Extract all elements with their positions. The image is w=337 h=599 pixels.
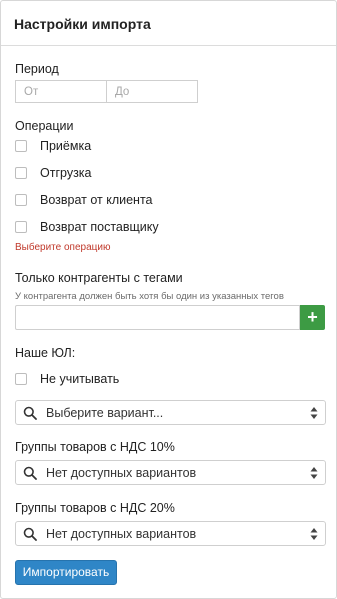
search-icon — [23, 466, 37, 480]
checkbox-supplier-return-label[interactable]: Возврат поставщику — [40, 220, 159, 234]
period-to-input[interactable]: До — [106, 80, 198, 103]
vat20-groups-label: Группы товаров с НДС 20% — [15, 501, 175, 515]
sort-caret-icon — [310, 528, 318, 540]
legal-entity-select[interactable]: Выберите вариант... — [15, 400, 326, 425]
checkbox-customer-return-label[interactable]: Возврат от клиента — [40, 193, 153, 207]
vat20-groups-select[interactable]: Нет доступных вариантов — [15, 521, 326, 546]
checkbox-ignore-legal-entity[interactable] — [15, 373, 27, 385]
checkbox-shipment[interactable] — [15, 167, 27, 179]
vat10-groups-select-value: Нет доступных вариантов — [46, 466, 197, 480]
operations-error-message: Выберите операцию — [15, 242, 111, 253]
tags-label: Только контрагенты с тегами — [15, 271, 183, 285]
search-icon — [23, 527, 37, 541]
vat20-groups-select-value: Нет доступных вариантов — [46, 527, 197, 541]
tags-hint: У контрагента должен быть хотя бы один и… — [15, 291, 284, 302]
sort-caret-icon — [310, 407, 318, 419]
period-label: Период — [15, 62, 59, 76]
legal-entity-label: Наше ЮЛ: — [15, 346, 76, 360]
vat10-groups-select[interactable]: Нет доступных вариантов — [15, 460, 326, 485]
sort-caret-icon — [310, 467, 318, 479]
checkbox-supplier-return[interactable] — [15, 221, 27, 233]
import-settings-panel: Настройки импорта Период От До Операции … — [0, 0, 337, 599]
panel-header: Настройки импорта — [1, 1, 336, 46]
search-icon — [23, 406, 37, 420]
checkbox-receiving-label[interactable]: Приёмка — [40, 139, 91, 153]
import-button[interactable]: Импортировать — [15, 560, 117, 585]
add-tag-button[interactable]: + — [300, 305, 325, 330]
operations-label: Операции — [15, 119, 74, 133]
plus-icon: + — [307, 307, 318, 327]
checkbox-shipment-label[interactable]: Отгрузка — [40, 166, 92, 180]
checkbox-ignore-legal-entity-label[interactable]: Не учитывать — [40, 372, 119, 386]
checkbox-receiving[interactable] — [15, 140, 27, 152]
period-from-input[interactable]: От — [15, 80, 107, 103]
panel-title: Настройки импорта — [14, 16, 151, 32]
tags-input[interactable] — [15, 305, 300, 330]
checkbox-customer-return[interactable] — [15, 194, 27, 206]
legal-entity-select-value: Выберите вариант... — [46, 406, 164, 420]
vat10-groups-label: Группы товаров с НДС 10% — [15, 440, 175, 454]
